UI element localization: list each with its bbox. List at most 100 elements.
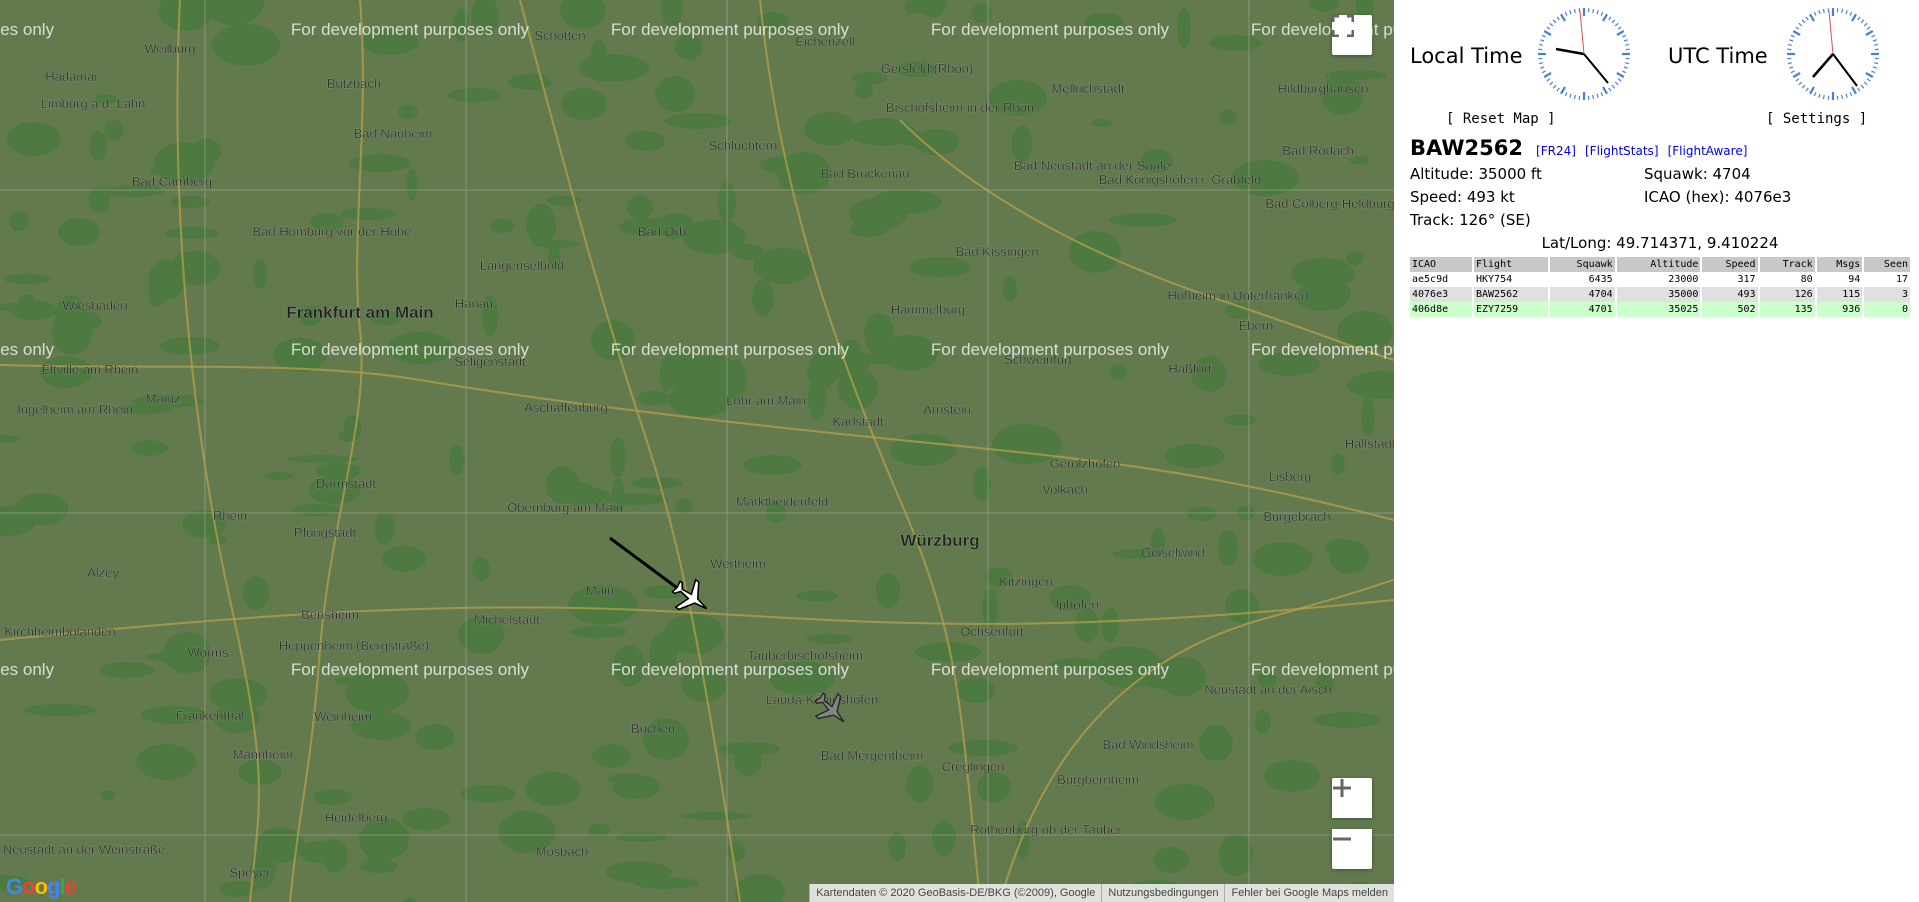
map-place-label: Butzbach — [327, 76, 381, 91]
map-place-label: Arnstein — [923, 402, 971, 417]
clock-tick — [1614, 81, 1619, 86]
terms-link[interactable]: Nutzungsbedingungen — [1101, 884, 1225, 902]
cell-speed: 502 — [1701, 302, 1760, 317]
clock-tick — [1857, 16, 1861, 21]
clock-tick — [1841, 8, 1844, 14]
col-speed[interactable]: Speed — [1701, 257, 1760, 272]
zoom-out-icon — [1333, 837, 1351, 841]
clock-tick — [1809, 13, 1815, 22]
clock-tick — [1622, 34, 1627, 38]
dev-watermark: For development purposes only — [611, 340, 850, 359]
flightstats-link[interactable]: [FlightStats] — [1585, 144, 1659, 158]
fullscreen-button[interactable] — [1332, 15, 1372, 55]
speed-info: Speed: 493 kt — [1410, 188, 1515, 206]
clock-tick — [1792, 30, 1801, 36]
clock-tick — [1546, 78, 1551, 82]
clock-tick — [1600, 92, 1604, 97]
map-place-label: Schotten — [534, 28, 585, 43]
flightaware-link[interactable]: [FlightAware] — [1668, 144, 1748, 158]
reset-map-button[interactable]: [ Reset Map ] — [1446, 111, 1556, 127]
clock-tick — [1805, 16, 1809, 21]
clock-tick — [1556, 16, 1560, 21]
col-icao[interactable]: ICAO — [1410, 257, 1474, 272]
clock-tick — [1624, 62, 1630, 65]
col-track[interactable]: Track — [1758, 257, 1817, 272]
clock-tick — [1543, 72, 1552, 78]
zoom-out-button[interactable] — [1332, 829, 1372, 869]
table-row[interactable]: ae5c9d HKY754 6435 23000 317 80 94 17 — [1410, 272, 1912, 287]
clock-tick — [1616, 72, 1625, 78]
dev-watermark: For development purposes only — [611, 20, 850, 39]
clock-tick — [1602, 86, 1608, 95]
clock-tick — [1552, 84, 1557, 89]
map-place-label: Kirchheimbolanden — [4, 624, 115, 639]
dev-watermark: For development purposes only — [931, 660, 1170, 679]
dev-watermark: For development purposes only — [0, 340, 55, 359]
clock-tick — [1849, 11, 1853, 16]
settings-button[interactable]: [ Settings ] — [1766, 111, 1867, 127]
col-msgs[interactable]: Msgs — [1815, 257, 1865, 272]
clock-tick — [1787, 62, 1793, 65]
table-row[interactable]: 4076e3 BAW2562 4704 35000 493 126 115 3 — [1410, 287, 1912, 302]
map-place-label: Neustadt an der Weinstraße — [3, 842, 165, 857]
col-flight[interactable]: Flight — [1473, 257, 1550, 272]
cell-seen: 0 — [1863, 302, 1912, 317]
clock-tick — [1624, 43, 1630, 46]
map-place-label: Speyer — [229, 865, 271, 880]
map-canvas[interactable]: Weilburg Hadamar Butzbach Limburg a.d. Lahn… — [0, 0, 1394, 902]
clock-tick — [1564, 92, 1568, 97]
dev-watermark: For development purposes only — [1251, 660, 1394, 679]
dev-watermark: For development purposes only — [931, 20, 1170, 39]
cell-flight: EZY7259 — [1473, 302, 1550, 317]
map[interactable]: Weilburg Hadamar Butzbach Limburg a.d. Lahn… — [0, 0, 1394, 902]
clock-tick — [1611, 84, 1616, 89]
col-seen[interactable]: Seen — [1863, 257, 1912, 272]
dev-watermark: For development purposes only — [0, 20, 55, 39]
clock-tick — [1614, 22, 1619, 27]
report-error-link[interactable]: Fehler bei Google Maps melden — [1224, 884, 1394, 902]
clock-tick — [1543, 30, 1552, 36]
cell-msgs: 115 — [1815, 287, 1865, 302]
col-altitude[interactable]: Altitude — [1615, 257, 1703, 272]
map-place-label: Aschaffenburg — [524, 400, 608, 415]
latlong-info: Lat/Long: 49.714371, 9.410224 — [1541, 234, 1779, 252]
map-place-label: Weilburg — [144, 41, 195, 56]
fr24-link[interactable]: [FR24] — [1536, 144, 1576, 158]
clock-tick — [1560, 86, 1566, 95]
clock-tick — [1813, 92, 1817, 97]
clock-tick — [1608, 87, 1612, 92]
clock-tick — [1549, 22, 1554, 27]
clock-tick — [1564, 11, 1568, 16]
map-place-label: Ochsenfurt — [960, 624, 1024, 639]
utc-clock — [1787, 8, 1879, 100]
clock-tick — [1541, 34, 1546, 38]
map-place-label: Main — [586, 583, 614, 598]
zoom-in-button[interactable] — [1332, 778, 1372, 818]
map-place-label: Bad Mergentheim — [821, 748, 924, 763]
map-place-label: Buchen — [631, 721, 675, 736]
clock-tick — [1872, 66, 1877, 69]
clock-tick — [1845, 10, 1848, 15]
clock-tick — [1871, 70, 1876, 74]
map-place-label: Alzey — [87, 565, 119, 580]
aircraft-table: ICAO Flight Squawk Altitude Speed Track … — [1410, 257, 1912, 317]
cell-speed: 317 — [1701, 272, 1760, 287]
map-place-label: Creglingen — [942, 759, 1005, 774]
table-row[interactable]: 406d8e EZY7259 4701 35025 502 135 936 0 — [1410, 302, 1912, 317]
dev-watermark: For development purposes only — [291, 20, 530, 39]
map-place-label: Gerolzhofen — [1050, 456, 1121, 471]
clock-tick — [1851, 13, 1857, 22]
clock-tick — [1569, 93, 1572, 98]
cell-squawk: 6435 — [1549, 272, 1617, 287]
col-squawk[interactable]: Squawk — [1549, 257, 1617, 272]
clock-tick — [1822, 94, 1825, 100]
map-place-label: Lisberg — [1269, 469, 1312, 484]
cell-flight: HKY754 — [1473, 272, 1550, 287]
map-place-label: Mainz — [146, 391, 181, 406]
google-logo: Google — [6, 874, 77, 899]
map-place-label: Ingelheim am Rhein — [17, 402, 133, 417]
map-place-label: Kitzingen — [999, 574, 1052, 589]
map-place-label: Weinheim — [314, 709, 372, 724]
clock-tick — [1866, 26, 1871, 30]
map-place-label: Frankfurt am Main — [286, 303, 433, 322]
